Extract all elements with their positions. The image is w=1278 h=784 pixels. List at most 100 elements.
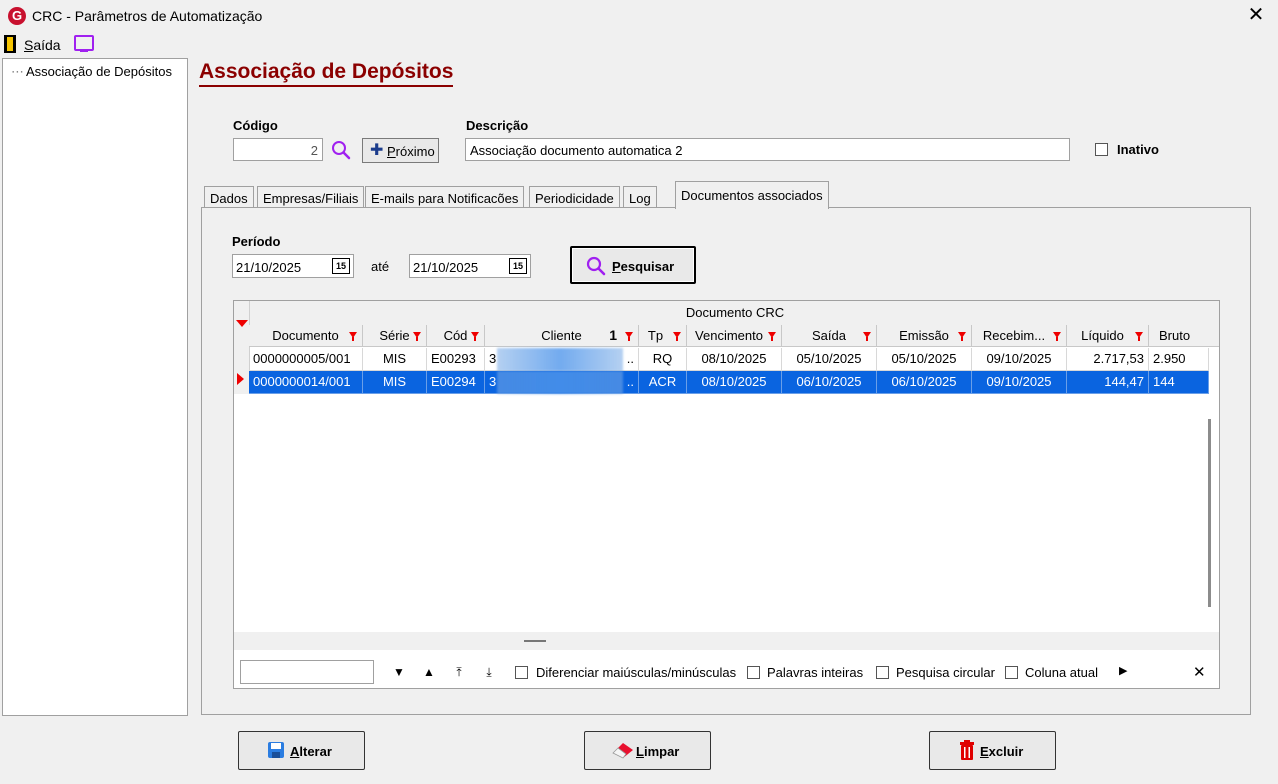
col-header-bruto[interactable]: Bruto xyxy=(1149,325,1219,347)
inativo-checkbox[interactable] xyxy=(1095,143,1108,156)
excluir-button[interactable]: Excluir xyxy=(929,731,1056,770)
find-previous-icon[interactable]: ▲ xyxy=(421,664,437,680)
cell-serie: MIS xyxy=(363,348,427,371)
cell-tp: RQ xyxy=(639,348,687,371)
filter-icon xyxy=(958,332,966,341)
next-button[interactable]: ✚ Próximo xyxy=(362,138,439,163)
cell-documento: 0000000014/001 xyxy=(249,371,363,394)
tree-connector: ⋯ xyxy=(11,64,24,79)
navigation-tree: ⋯ Associação de Depósitos xyxy=(2,58,188,716)
limpar-button[interactable]: Limpar xyxy=(584,731,711,770)
calendar-icon[interactable]: 15 xyxy=(509,258,527,274)
pesquisar-button[interactable]: Pesquisar xyxy=(570,246,696,284)
cell-emissao: 06/10/2025 xyxy=(877,371,972,394)
search-icon xyxy=(586,256,606,276)
sort-indicator-icon xyxy=(236,320,248,327)
tab-periodicidade[interactable]: Periodicidade xyxy=(529,186,620,208)
whole-words-checkbox[interactable] xyxy=(747,666,760,679)
col-header-cod[interactable]: Cód xyxy=(427,325,485,347)
whole-words-label: Palavras inteiras xyxy=(767,665,864,680)
find-first-icon[interactable]: ⤒ xyxy=(451,664,467,680)
tree-item-associacao-depositos[interactable]: ⋯ Associação de Depósitos xyxy=(11,64,172,80)
cell-liquido: 144,47 xyxy=(1067,371,1149,394)
col-header-tp[interactable]: Tp xyxy=(639,325,687,347)
vertical-scrollbar[interactable] xyxy=(1208,419,1211,607)
tab-dados[interactable]: Dados xyxy=(204,186,254,208)
tab-empresas-filiais[interactable]: Empresas/Filiais xyxy=(257,186,365,208)
inativo-label: Inativo xyxy=(1117,142,1159,157)
col-header-serie[interactable]: Série xyxy=(363,325,427,347)
cell-emissao: 05/10/2025 xyxy=(877,348,972,371)
monitor-icon[interactable] xyxy=(74,35,94,52)
cell-tp: ACR xyxy=(639,371,687,394)
col-header-emissao[interactable]: Emissão xyxy=(877,325,972,347)
date-from-value: 21/10/2025 xyxy=(236,260,302,275)
cell-bruto: 144 xyxy=(1149,371,1209,394)
col-header-saida[interactable]: Saída xyxy=(782,325,877,347)
descricao-value: Associação documento automatica 2 xyxy=(470,143,683,158)
tab-documentos-associados[interactable]: Documentos associados xyxy=(675,181,829,209)
filter-icon xyxy=(673,332,681,341)
alterar-label: Alterar xyxy=(290,744,332,759)
limpar-label: Limpar xyxy=(636,744,680,759)
find-next-icon[interactable]: ▼ xyxy=(391,664,407,680)
cell-bruto: 2.950 xyxy=(1149,348,1209,371)
filter-icon xyxy=(863,332,871,341)
filter-icon xyxy=(1053,332,1061,341)
lookup-search-icon[interactable] xyxy=(331,140,351,160)
codigo-label: Código xyxy=(233,118,278,133)
filter-icon xyxy=(413,332,421,341)
alterar-button[interactable]: Alterar xyxy=(238,731,365,770)
tab-log[interactable]: Log xyxy=(623,186,657,208)
circular-search-checkbox[interactable] xyxy=(876,666,889,679)
page-title: Associação de Depósitos xyxy=(199,60,454,87)
cell-cod: E00294 xyxy=(427,371,485,394)
find-close-icon[interactable]: ✕ xyxy=(1193,663,1206,681)
find-input[interactable] xyxy=(240,660,374,684)
pesquisar-label: Pesquisar xyxy=(612,259,675,274)
cell-recebimento: 09/10/2025 xyxy=(972,348,1067,371)
table-row[interactable]: 0000000005/001 MIS E00293 3.. RQ 08/10/2… xyxy=(249,348,1219,371)
col-header-recebimento[interactable]: Recebim... xyxy=(972,325,1067,347)
calendar-icon[interactable]: 15 xyxy=(332,258,350,274)
filter-icon xyxy=(471,332,479,341)
ate-label: até xyxy=(371,259,390,274)
redacted-blur xyxy=(497,371,623,394)
menu-exit[interactable]: Saída xyxy=(24,37,61,53)
descricao-input[interactable]: Associação documento automatica 2 xyxy=(465,138,1070,161)
date-from-input[interactable]: 21/10/2025 15 xyxy=(232,254,354,278)
find-more-icon[interactable]: ▶ xyxy=(1119,664,1127,677)
find-last-icon[interactable]: ⤓ xyxy=(481,664,497,680)
col-header-vencimento[interactable]: Vencimento xyxy=(687,325,782,347)
scroll-grip[interactable] xyxy=(524,640,546,642)
cell-vencimento: 08/10/2025 xyxy=(687,348,782,371)
exit-door-icon[interactable] xyxy=(4,35,16,53)
col-header-cliente[interactable]: Cliente 1 xyxy=(485,325,639,347)
case-sensitive-checkbox[interactable] xyxy=(515,666,528,679)
circular-search-label: Pesquisa circular xyxy=(896,665,995,680)
descricao-label: Descrição xyxy=(466,118,529,133)
current-row-pointer-icon xyxy=(237,373,244,385)
close-window-button[interactable]: ✕ xyxy=(1244,4,1268,28)
col-header-documento[interactable]: Documento xyxy=(249,325,363,347)
redacted-blur xyxy=(497,348,623,371)
tab-emails-notificacoes[interactable]: E-mails para Notificacões xyxy=(365,186,525,208)
case-sensitive-label: Diferenciar maiúsculas/minúsculas xyxy=(536,665,737,680)
filter-icon xyxy=(625,332,633,341)
plus-icon: ✚ xyxy=(370,142,384,159)
codigo-input[interactable]: 2 xyxy=(233,138,323,161)
menu-exit-label: aída xyxy=(33,37,61,53)
next-button-label: Próximo xyxy=(387,144,435,159)
codigo-value: 2 xyxy=(310,143,318,158)
horizontal-scrollbar[interactable] xyxy=(234,632,1219,650)
filter-icon xyxy=(349,332,357,341)
cell-serie: MIS xyxy=(363,371,427,394)
table-row-selected[interactable]: 0000000014/001 MIS E00294 3.. ACR 08/10/… xyxy=(249,371,1219,394)
date-to-input[interactable]: 21/10/2025 15 xyxy=(409,254,531,278)
save-icon xyxy=(268,742,284,758)
current-column-checkbox[interactable] xyxy=(1005,666,1018,679)
filter-icon xyxy=(768,332,776,341)
col-header-liquido[interactable]: Líquido xyxy=(1067,325,1149,347)
cell-cod: E00293 xyxy=(427,348,485,371)
sort-order-icon: 1 xyxy=(609,327,617,343)
